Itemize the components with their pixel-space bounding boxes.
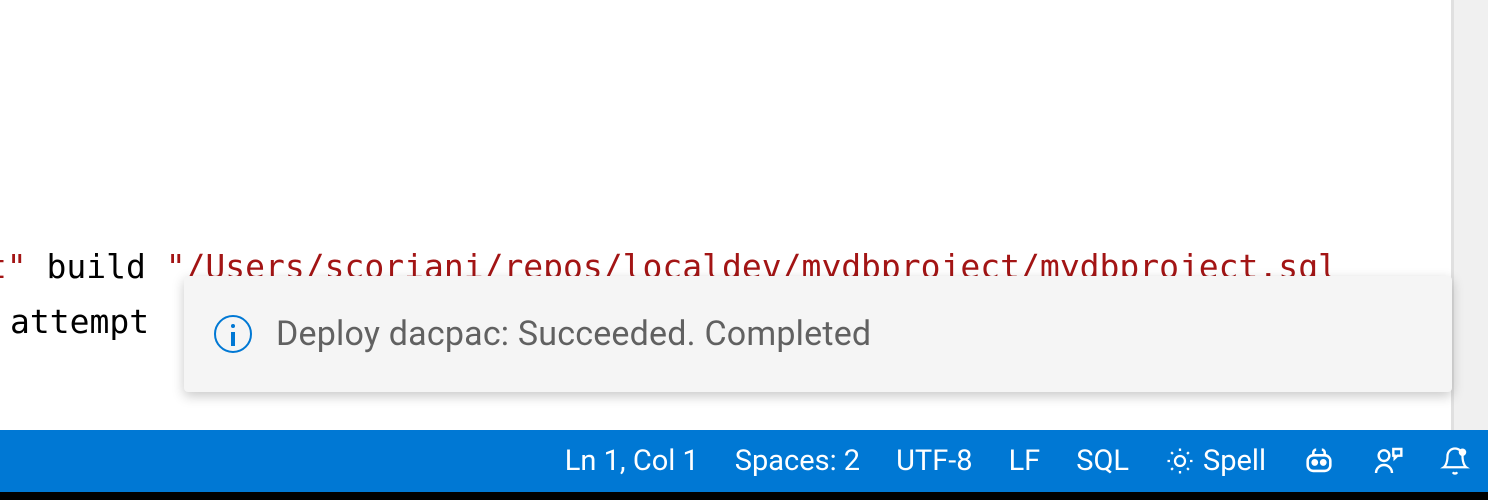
status-spell-check[interactable]: Spell bbox=[1165, 444, 1266, 478]
status-indentation-label: Spaces: 2 bbox=[735, 444, 860, 478]
person-feedback-icon bbox=[1372, 445, 1404, 477]
copilot-icon bbox=[1302, 444, 1336, 478]
bell-icon bbox=[1440, 446, 1470, 476]
status-copilot[interactable] bbox=[1302, 444, 1336, 478]
bug-gear-icon bbox=[1165, 446, 1195, 476]
code-token-plain: attempt bbox=[10, 302, 149, 341]
status-account[interactable] bbox=[1372, 445, 1404, 477]
info-icon bbox=[214, 315, 252, 353]
status-cursor-label: Ln 1, Col 1 bbox=[565, 444, 699, 478]
status-cursor-position[interactable]: Ln 1, Col 1 bbox=[565, 444, 699, 478]
status-language-label: SQL bbox=[1076, 444, 1129, 478]
window-border bbox=[0, 492, 1488, 500]
status-encoding[interactable]: UTF-8 bbox=[896, 444, 972, 478]
code-line: attempt bbox=[10, 297, 149, 347]
status-language[interactable]: SQL bbox=[1076, 444, 1129, 478]
status-bar: Ln 1, Col 1 Spaces: 2 UTF-8 LF SQL Spell bbox=[0, 430, 1488, 492]
status-eol-label: LF bbox=[1009, 444, 1041, 478]
code-token-string: et" bbox=[0, 247, 27, 286]
status-spell-label: Spell bbox=[1203, 444, 1266, 478]
notification-toast[interactable]: Deploy dacpac: Succeeded. Completed bbox=[184, 276, 1452, 392]
code-token-plain: build bbox=[27, 247, 166, 286]
status-notifications[interactable] bbox=[1440, 446, 1470, 476]
status-encoding-label: UTF-8 bbox=[896, 444, 972, 478]
scrollbar-vertical[interactable] bbox=[1454, 0, 1488, 430]
status-indentation[interactable]: Spaces: 2 bbox=[735, 444, 860, 478]
notification-message: Deploy dacpac: Succeeded. Completed bbox=[276, 314, 871, 354]
status-eol[interactable]: LF bbox=[1009, 444, 1041, 478]
